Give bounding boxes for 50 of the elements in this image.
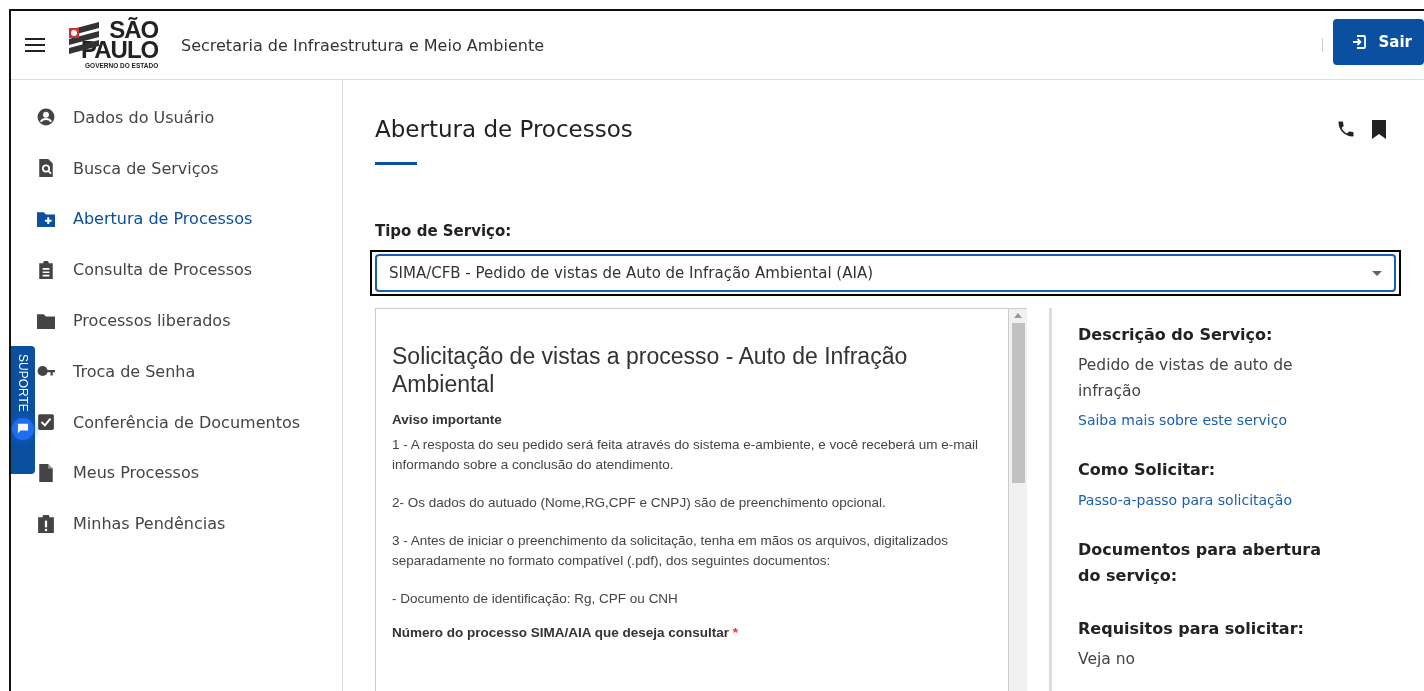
folder-icon — [37, 311, 55, 330]
section-heading: Descrição do Serviço: — [1078, 324, 1274, 346]
sidebar-item[interactable]: Dados do Usuário — [37, 92, 342, 143]
service-type-dropdown[interactable]: SIMA/CFB - Pedido de vistas de Auto de Infração Ambiental (AIA) — [375, 254, 1396, 292]
sidebar-item[interactable]: Troca de Senha — [37, 346, 342, 397]
required-mark: * — [732, 625, 739, 641]
field-label: Tipo de Serviço: — [375, 222, 513, 240]
support-tab[interactable]: SUPORTE — [11, 346, 35, 474]
sidebar-item[interactable]: Meus Processos — [37, 447, 342, 499]
chat-icon — [17, 423, 29, 435]
section-heading: Documentos para abertura do serviço: — [1078, 539, 1323, 587]
info-link[interactable]: Passo-a-passo para solicitação — [1078, 492, 1292, 509]
notice-paragraph: - Documento de identificação: Rg, CPF ou CNH — [392, 590, 679, 609]
sidebar-item[interactable]: Processos liberados — [37, 295, 342, 346]
notice-paragraph: 1 - A resposta do seu pedido será feita através do sistema e-ambiente, e você receberá um e-mail informando sobre a conclusão do atendimento. — [392, 436, 980, 475]
phone-icon[interactable] — [1336, 119, 1356, 139]
menu-button[interactable] — [25, 38, 45, 52]
section-text: Veja no — [1078, 648, 1136, 670]
sidebar-item[interactable]: Busca de Serviços — [37, 142, 342, 194]
clipboard-icon — [37, 260, 55, 279]
header-title: Secretaria de Infraestrutura e Meio Ambiente — [181, 35, 544, 55]
user-icon — [37, 108, 55, 127]
sidebar-item[interactable]: Consulta de Processos — [37, 244, 342, 296]
sidebar-item[interactable]: Conferência de Documentos — [37, 396, 342, 448]
folder-plus-icon — [37, 210, 55, 228]
info-link[interactable]: Saiba mais sobre este serviço — [1078, 411, 1287, 428]
sidebar-item[interactable]: Abertura de Processos — [37, 193, 342, 245]
logout-button[interactable]: Sair — [1332, 19, 1424, 65]
sidebar-item[interactable]: Minhas Pendências — [37, 498, 342, 550]
logo-text: SÃO — [109, 18, 159, 42]
section-text: Pedido de vistas de auto de infração — [1078, 354, 1294, 402]
form-title: Solicitação de vistas a processo - Auto de Infração Ambiental — [392, 343, 909, 399]
bookmark-icon[interactable] — [1372, 119, 1386, 139]
check-icon — [37, 413, 55, 432]
notice-heading: Aviso importante — [392, 412, 503, 428]
scrollbar[interactable] — [1009, 309, 1027, 691]
search-doc-icon — [37, 159, 55, 178]
alert-icon — [37, 514, 55, 533]
section-heading: Requisitos para solicitar: — [1078, 618, 1305, 641]
logout-icon — [1350, 34, 1367, 50]
field-label: Número do processo SIMA/AIA que deseja consultar — [392, 625, 730, 641]
chat-button[interactable] — [12, 417, 34, 440]
section-heading: Como Solicitar: — [1078, 458, 1217, 481]
file-icon — [37, 463, 55, 482]
notice-paragraph: 3 - Antes de iniciar o preenchimento da solicitação, tenha em mãos os arquivos, digitalizados — [392, 532, 950, 551]
notice-paragraph: separadamente no formato compatível (.pdf), dos seguintes documentos: — [392, 552, 832, 571]
notice-paragraph: 2- Os dados do autuado (Nome,RG,CPF e CNPJ) são de preenchimento opcional. — [392, 494, 887, 513]
page-title: Abertura de Processos — [375, 116, 633, 142]
dropdown-caret-icon — [1372, 270, 1382, 276]
menu-icon — [25, 38, 45, 52]
